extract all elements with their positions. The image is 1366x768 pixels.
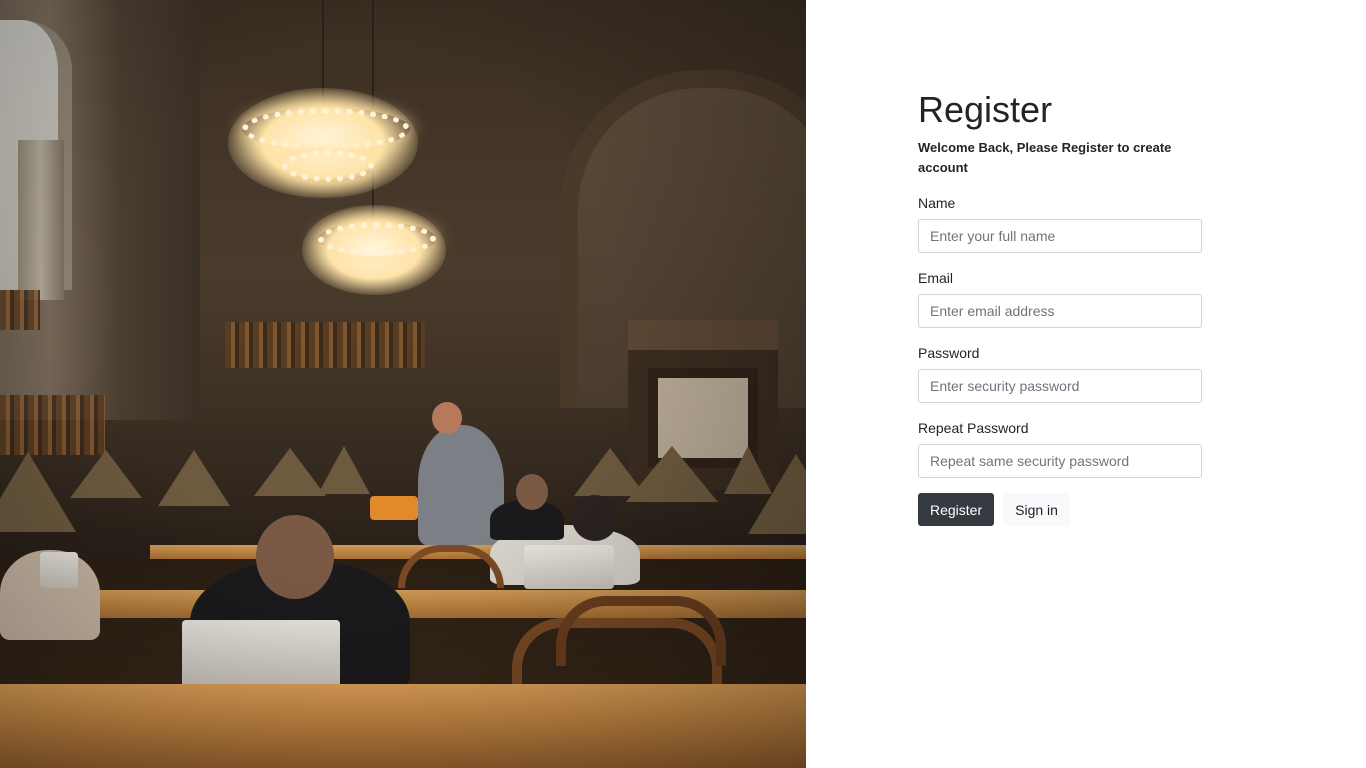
- email-input[interactable]: [918, 294, 1202, 328]
- password-input[interactable]: [918, 369, 1202, 403]
- repeat-password-field: Repeat Password: [918, 419, 1202, 478]
- name-input[interactable]: [918, 219, 1202, 253]
- register-form: Register Welcome Back, Please Register t…: [918, 88, 1202, 526]
- page-title: Register: [918, 89, 1053, 130]
- sign-in-button[interactable]: Sign in: [1003, 493, 1070, 526]
- email-label: Email: [918, 270, 954, 286]
- password-field: Password: [918, 344, 1202, 403]
- register-button[interactable]: Register: [918, 493, 995, 526]
- form-panel: Register Welcome Back, Please Register t…: [806, 0, 1366, 768]
- email-field: Email: [918, 269, 1202, 328]
- form-actions: Register Sign in: [918, 493, 1202, 526]
- name-field: Name: [918, 194, 1202, 253]
- name-label: Name: [918, 195, 956, 211]
- form-subtitle: Welcome Back, Please Register to create …: [918, 140, 1172, 175]
- password-label: Password: [918, 345, 980, 361]
- repeat-password-input[interactable]: [918, 444, 1202, 478]
- register-page: Register Welcome Back, Please Register t…: [0, 0, 1366, 768]
- library-photo: [0, 0, 806, 768]
- photo-vignette: [0, 0, 806, 768]
- repeat-password-label: Repeat Password: [918, 420, 1029, 436]
